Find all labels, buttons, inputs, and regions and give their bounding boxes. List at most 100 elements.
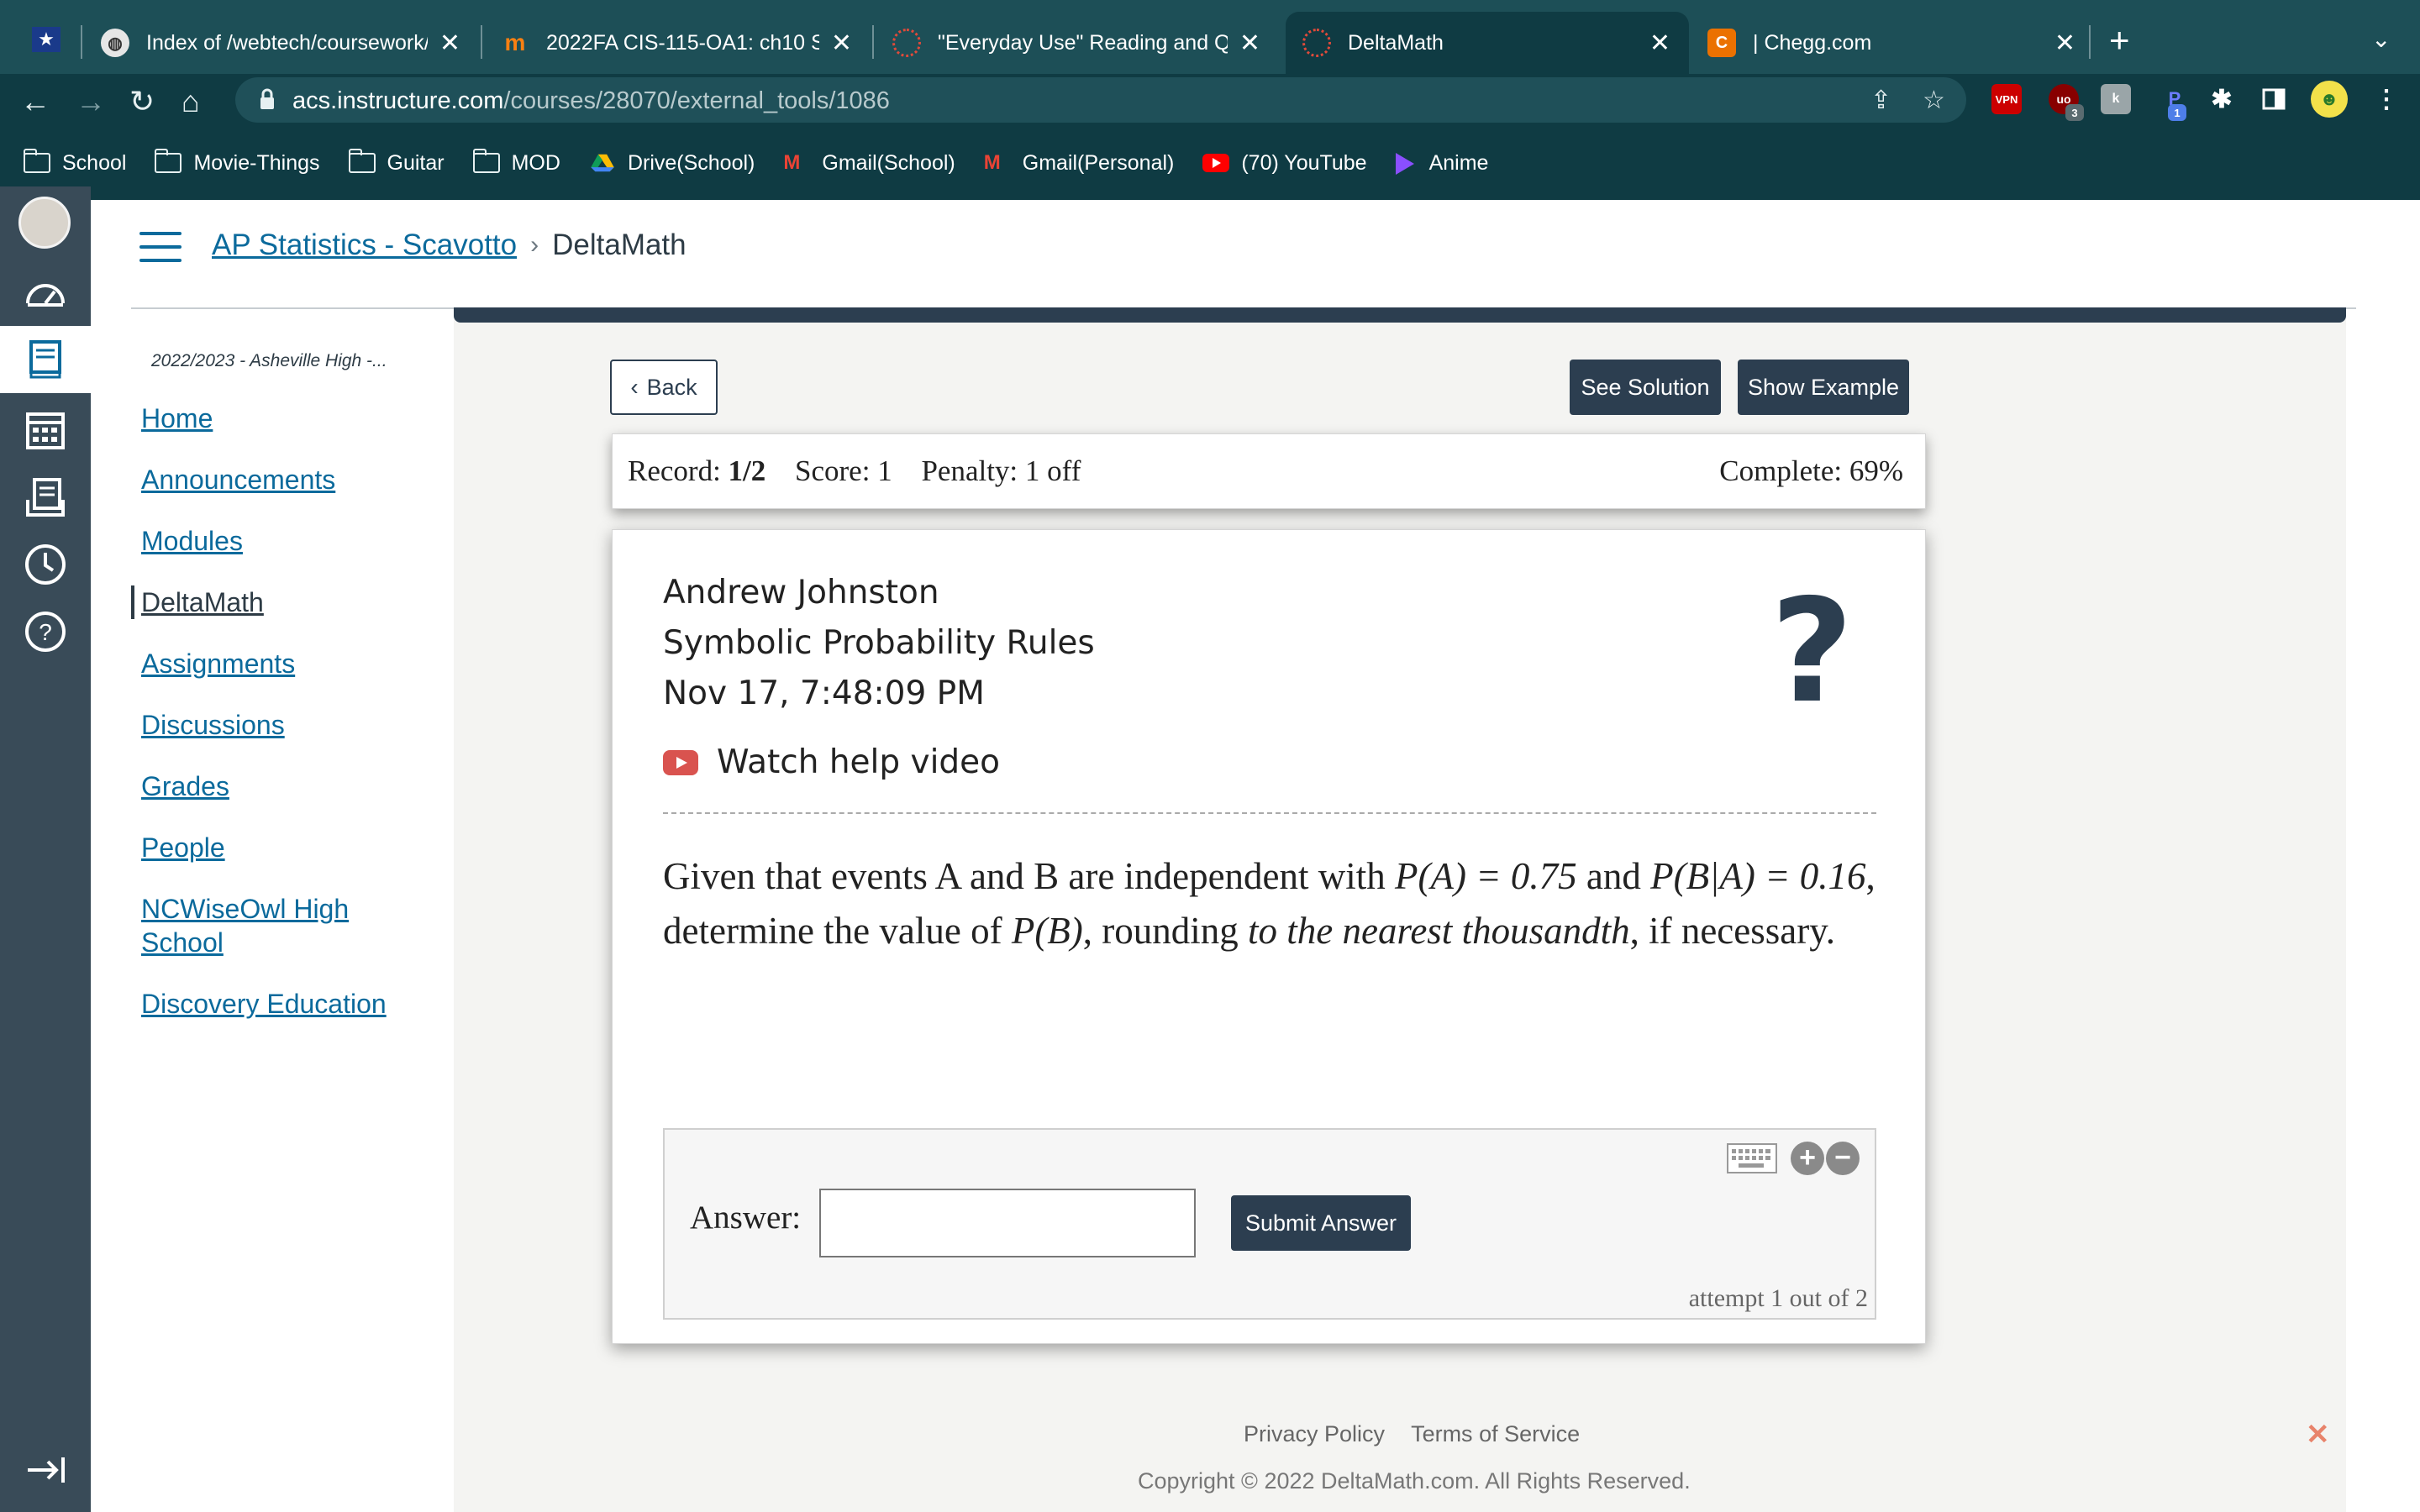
course-nav-announcements[interactable]: Announcements <box>141 463 427 496</box>
address-bar[interactable]: acs.instructure.com/courses/28070/extern… <box>235 77 1966 123</box>
course-nav-discussions[interactable]: Discussions <box>141 708 427 742</box>
breadcrumb-course-link[interactable]: AP Statistics - Scavotto <box>212 228 517 262</box>
tab-deltamath[interactable]: DeltaMath ✕ <box>1286 12 1689 74</box>
course-nav-ncwiseowl[interactable]: NCWiseOwl High School <box>141 892 427 959</box>
profile-avatar[interactable]: ☻ <box>2311 81 2348 118</box>
tab-close-icon[interactable]: ✕ <box>2054 29 2075 58</box>
question-mark-icon[interactable]: ? <box>1770 580 1854 723</box>
course-nav-grades[interactable]: Grades <box>141 769 427 803</box>
math-p-a: P(A) = 0.75 <box>1395 855 1577 897</box>
tab-index-webtech[interactable]: ◍ Index of /webtech/coursework/ ✕ <box>84 12 479 74</box>
course-menu-toggle[interactable] <box>139 232 182 262</box>
keyboard-icon[interactable] <box>1727 1143 1777 1173</box>
help-icon[interactable]: ? <box>0 598 91 665</box>
back-button[interactable]: ‹ Back <box>610 360 718 415</box>
submit-answer-button[interactable]: Submit Answer <box>1231 1195 1411 1251</box>
tab-close-icon[interactable]: ✕ <box>1649 29 1670 58</box>
p-extension-badge: 1 <box>2168 104 2186 121</box>
pinned-tab-icon[interactable]: ★ <box>32 27 60 52</box>
course-nav-home[interactable]: Home <box>141 402 427 435</box>
forward-arrow-icon[interactable]: → <box>76 84 106 119</box>
show-example-button[interactable]: Show Example <box>1738 360 1909 415</box>
tab-title: Index of /webtech/coursework/ <box>146 30 428 55</box>
back-arrow-icon[interactable]: ← <box>20 84 50 119</box>
folder-icon <box>155 149 182 173</box>
bookmark-mod[interactable]: MOD <box>472 149 560 176</box>
tab-chegg[interactable]: C | Chegg.com ✕ <box>1691 12 2094 74</box>
readwise-extension-icon[interactable]: k <box>2101 84 2131 114</box>
course-navigation: Home Announcements Modules DeltaMath Ass… <box>131 402 427 1048</box>
minus-circle-icon[interactable]: − <box>1826 1142 1860 1175</box>
tab-title: 2022FA CIS-115-OA1: ch10 Sub <box>546 30 819 55</box>
penalty-value: 1 off <box>1024 454 1081 487</box>
record-stats: Record: 1/2 Score: 1 Penalty: 1 off <box>628 454 1081 487</box>
bookmark-gmail-school[interactable]: M Gmail(School) <box>783 151 955 176</box>
course-nav-discovery-education[interactable]: Discovery Education <box>141 987 427 1021</box>
watch-help-video-link[interactable]: Watch help video <box>663 743 1000 781</box>
home-icon[interactable]: ⌂ <box>182 84 200 119</box>
bookmark-guitar[interactable]: Guitar <box>348 149 445 176</box>
help-video-label: Watch help video <box>717 743 1001 781</box>
folder-icon <box>348 149 376 173</box>
tab-cis115[interactable]: m 2022FA CIS-115-OA1: ch10 Sub ✕ <box>484 12 871 74</box>
chevron-left-icon: ‹ <box>630 374 639 400</box>
collapse-nav-icon[interactable] <box>0 1436 91 1504</box>
plus-circle-icon[interactable]: + <box>1791 1142 1824 1175</box>
tab-title: | Chegg.com <box>1753 30 1872 55</box>
kebab-menu-icon[interactable]: ⋮ <box>2371 84 2402 114</box>
tab-separator <box>2089 25 2091 59</box>
completion-status: Complete: 69% <box>1719 454 1903 487</box>
problem-topic: Symbolic Probability Rules <box>663 624 1095 662</box>
back-label: Back <box>646 374 697 400</box>
calendar-icon[interactable] <box>0 396 91 464</box>
tab-close-icon[interactable]: ✕ <box>439 29 460 58</box>
bookmark-drive-school[interactable]: Drive(School) <box>589 151 755 176</box>
vpn-extension-icon[interactable]: VPN <box>1991 84 2022 114</box>
bookmark-anime[interactable]: Anime <box>1395 151 1488 176</box>
course-nav-modules[interactable]: Modules <box>141 524 427 558</box>
globe-icon: ◍ <box>101 29 129 57</box>
answer-label: Answer: <box>690 1200 802 1236</box>
tab-separator <box>481 25 482 59</box>
bookmark-movie-things[interactable]: Movie-Things <box>155 149 320 176</box>
history-clock-icon[interactable] <box>0 531 91 598</box>
terms-of-service-link[interactable]: Terms of Service <box>1411 1421 1580 1446</box>
side-panel-icon[interactable] <box>2259 84 2289 114</box>
inbox-icon[interactable] <box>0 464 91 531</box>
bookmark-star-icon[interactable]: ☆ <box>1923 86 1945 115</box>
see-solution-button[interactable]: See Solution <box>1570 360 1721 415</box>
gmail-icon: M <box>983 151 1001 174</box>
puzzle-extensions-icon[interactable]: ✱ <box>2207 84 2237 114</box>
course-nav-assignments[interactable]: Assignments <box>141 647 427 680</box>
close-icon[interactable]: ✕ <box>2306 1418 2330 1452</box>
deltamath-top-bar <box>454 307 2346 323</box>
bookmark-youtube[interactable]: (70) YouTube <box>1202 151 1367 176</box>
bookmark-gmail-personal[interactable]: M Gmail(Personal) <box>984 151 1175 176</box>
tab-title: DeltaMath <box>1348 30 1444 55</box>
user-avatar[interactable] <box>18 197 71 249</box>
privacy-policy-link[interactable]: Privacy Policy <box>1244 1421 1385 1446</box>
course-nav-deltamath[interactable]: DeltaMath <box>131 585 427 619</box>
dashboard-icon[interactable] <box>0 260 91 328</box>
bookmark-school[interactable]: School <box>24 149 126 176</box>
footer-links: Privacy Policy Terms of Service <box>1244 1421 1600 1447</box>
share-icon[interactable]: ⇪ <box>1870 86 1891 115</box>
youtube-play-icon <box>663 749 698 775</box>
tab-close-icon[interactable]: ✕ <box>1239 29 1260 58</box>
problem-card: Andrew Johnston Symbolic Probability Rul… <box>612 529 1926 1344</box>
lock-icon <box>260 88 274 109</box>
answer-area: + − Answer: Submit Answer attempt 1 out … <box>663 1128 1876 1320</box>
svg-text:?: ? <box>39 619 52 645</box>
play-icon <box>1395 153 1418 175</box>
new-tab-button[interactable]: + <box>2109 22 2130 59</box>
breadcrumb: AP Statistics - Scavotto › DeltaMath <box>212 228 687 262</box>
score-value: 1 <box>877 454 892 487</box>
answer-input[interactable] <box>819 1189 1196 1257</box>
reload-icon[interactable]: ↻ <box>129 84 155 119</box>
tab-separator <box>81 25 82 59</box>
course-nav-people[interactable]: People <box>141 831 427 864</box>
courses-icon[interactable] <box>0 326 91 393</box>
tab-search-chevron-icon[interactable]: ⌄ <box>2371 25 2391 53</box>
tab-everyday-use[interactable]: "Everyday Use" Reading and Q ✕ <box>876 12 1279 74</box>
tab-close-icon[interactable]: ✕ <box>831 29 852 58</box>
